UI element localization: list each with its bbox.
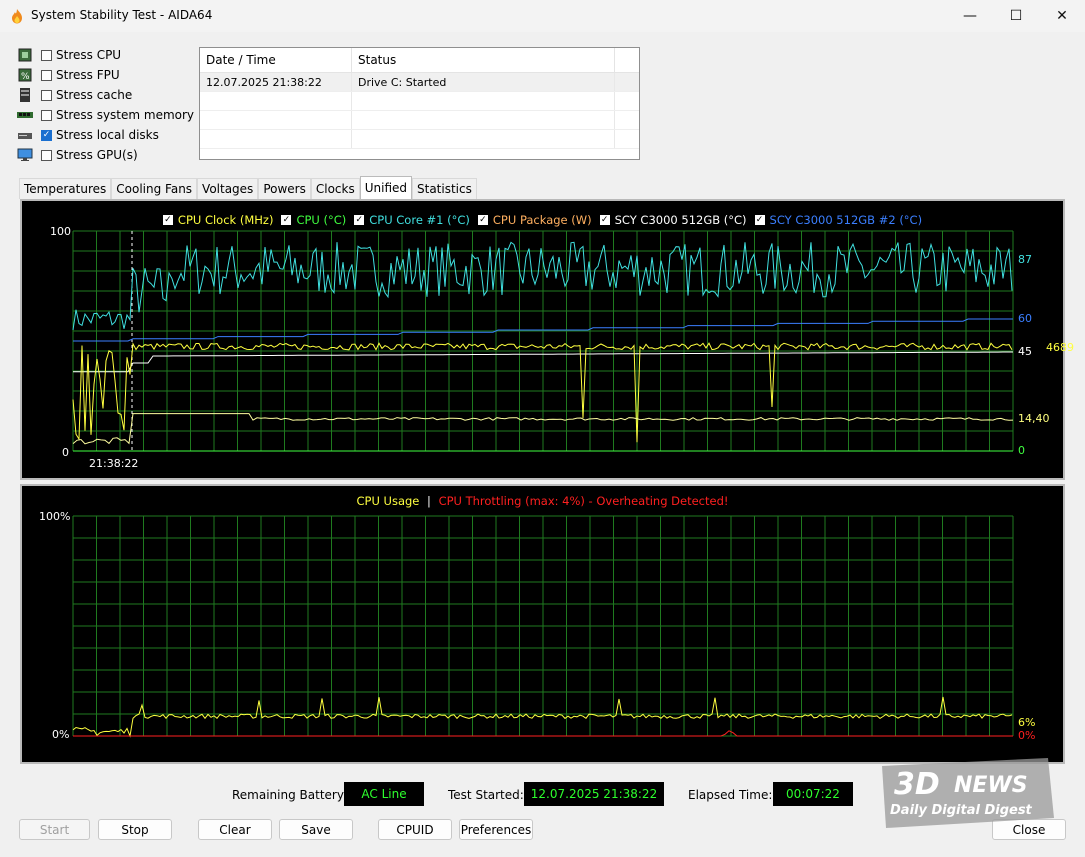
window-title: System Stability Test - AIDA64 (31, 8, 213, 22)
stress-option-label: Stress system memory (56, 108, 195, 122)
stress-option-label: Stress local disks (56, 128, 159, 142)
start-button[interactable]: Start (19, 819, 90, 840)
elapsed-time-value: 00:07:22 (773, 782, 853, 806)
checkbox[interactable] (41, 149, 52, 161)
stress-option[interactable]: % Stress FPU (17, 66, 120, 84)
log-header-status[interactable]: Status (351, 48, 615, 73)
svg-text:3D: 3D (894, 767, 940, 802)
checkbox[interactable] (41, 49, 52, 61)
tab-cooling-fans[interactable]: Cooling Fans (111, 178, 198, 199)
stress-option[interactable]: Stress CPU (17, 46, 121, 64)
usage-plot (72, 515, 1014, 738)
fpu-chip-icon: % (18, 68, 32, 82)
maximize-button[interactable]: ☐ (993, 0, 1039, 32)
stress-option-label: Stress cache (56, 88, 133, 102)
right-value-label: 4689 (1046, 340, 1074, 354)
clear-button[interactable]: Clear (198, 819, 272, 840)
minimize-button[interactable]: — (947, 0, 993, 32)
right-value-label: 6% (1018, 715, 1036, 729)
cpu-usage-graph: CPU Usage | CPU Throttling (max: 4%) - O… (20, 484, 1065, 764)
tab-temperatures[interactable]: Temperatures (19, 178, 112, 199)
chart-grid (72, 230, 1014, 452)
battery-label: Remaining Battery: (232, 788, 348, 802)
right-value-label: 0% (1018, 729, 1036, 742)
right-value-label: 14,40 (1018, 412, 1050, 426)
chart-grid (72, 515, 1014, 737)
stress-option-label: Stress FPU (56, 68, 120, 82)
aida64-flame-icon (12, 9, 22, 24)
table-row (200, 91, 639, 111)
event-log[interactable]: Date / Time Status 12.07.2025 21:38:22 D… (199, 47, 640, 160)
title-bar: System Stability Test - AIDA64 — ☐ ✕ (0, 0, 1085, 32)
checkbox[interactable] (41, 69, 52, 81)
tab-unified[interactable]: Unified (359, 176, 412, 199)
right-value-label: 45 (1018, 345, 1032, 358)
stress-option[interactable]: Stress cache (17, 86, 132, 104)
maximize-icon: ☐ (1009, 8, 1023, 24)
table-row (200, 129, 639, 149)
tab-statistics[interactable]: Statistics (412, 178, 477, 199)
stress-option-label: Stress CPU (56, 48, 122, 62)
right-value-label: 60 (1018, 312, 1032, 325)
tab-voltages[interactable]: Voltages (197, 178, 259, 199)
3dnews-watermark-logo: 3D NEWS Daily Digital Digest (882, 758, 1054, 828)
cpu-chip-icon (18, 48, 32, 62)
test-started-value: 12.07.2025 21:38:22 (524, 782, 664, 806)
battery-value: AC Line (344, 782, 424, 806)
save-button[interactable]: Save (279, 819, 353, 840)
close-window-button[interactable]: ✕ (1039, 0, 1085, 32)
y-axis-bottom-label: 0% (52, 728, 70, 741)
log-status: Drive C: Started (351, 72, 615, 92)
tab-powers[interactable]: Powers (258, 178, 311, 199)
right-value-label: 0 (1018, 444, 1025, 457)
svg-text:NEWS: NEWS (954, 773, 1028, 798)
test-started-label: Test Started: (448, 788, 524, 802)
minimize-icon: — (963, 8, 977, 24)
checkbox-checked[interactable]: ✓ (41, 129, 52, 141)
monitor-icon (17, 148, 33, 161)
stress-option[interactable]: ✓ Stress local disks (17, 126, 159, 144)
stop-button[interactable]: Stop (98, 819, 172, 840)
x-axis-start-label: 21:38:22 (89, 457, 139, 470)
table-row[interactable]: 12.07.2025 21:38:22 Drive C: Started (200, 72, 639, 92)
y-axis-top-label: 100 (50, 225, 71, 238)
table-row (200, 110, 639, 130)
unified-graph: ✓ CPU Clock (MHz) ✓ CPU (°C) ✓ CPU Core #1 (°… (20, 199, 1074, 480)
tab-bar: Temperatures Cooling Fans Voltages Powers Cl… (19, 176, 477, 199)
elapsed-time-label: Elapsed Time: (688, 788, 773, 802)
checkbox[interactable] (41, 109, 52, 121)
log-header-datetime[interactable]: Date / Time (200, 48, 352, 73)
memory-module-icon (17, 112, 33, 118)
preferences-button[interactable]: Preferences (459, 819, 533, 840)
close-icon: ✕ (1056, 8, 1068, 24)
cache-chip-icon (20, 88, 30, 102)
log-datetime: 12.07.2025 21:38:22 (200, 72, 352, 92)
cpuid-button[interactable]: CPUID (378, 819, 452, 840)
tab-clocks[interactable]: Clocks (310, 178, 360, 199)
checkbox[interactable] (41, 89, 52, 101)
stress-option-label: Stress GPU(s) (56, 148, 138, 162)
svg-text:%: % (21, 72, 30, 82)
y-axis-top-label: 100% (39, 510, 71, 523)
stress-option[interactable]: Stress GPU(s) (17, 146, 138, 164)
disk-drive-icon (18, 133, 32, 139)
svg-text:Daily Digital Digest: Daily Digital Digest (890, 803, 1033, 818)
unified-plot (72, 230, 1014, 452)
y-axis-bottom-label: 0 (62, 446, 69, 459)
stress-option[interactable]: Stress system memory (17, 106, 194, 124)
right-value-label: 87 (1018, 252, 1032, 266)
